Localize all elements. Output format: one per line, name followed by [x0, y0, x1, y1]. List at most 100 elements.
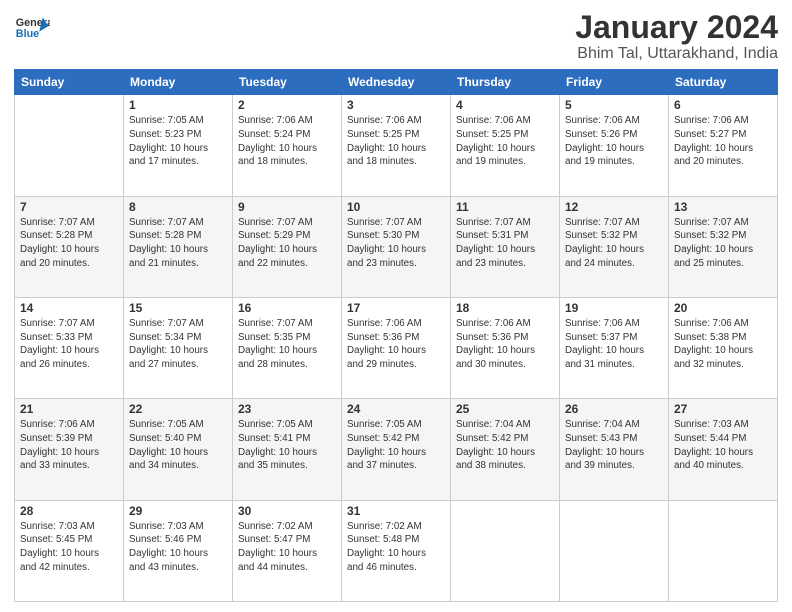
weekday-monday: Monday [124, 70, 233, 95]
day-number: 20 [674, 301, 772, 315]
table-row: 1Sunrise: 7:05 AMSunset: 5:23 PMDaylight… [124, 95, 233, 196]
table-row: 15 Sunrise: 7:07 AMSunset: 5:34 PMDayligh… [124, 297, 233, 398]
day-info: Sunrise: 7:03 AMSunset: 5:45 PMDaylight:… [20, 520, 118, 575]
table-row: 5 Sunrise: 7:06 AMSunset: 5:26 PMDaylight… [560, 95, 669, 196]
day-number: 2 [238, 98, 336, 112]
day-number: 23 [238, 402, 336, 416]
day-number: 19 [565, 301, 663, 315]
table-row [451, 500, 560, 601]
day-info: Sunrise: 7:07 AMSunset: 5:32 PMDaylight:… [565, 216, 663, 271]
logo: General Blue [14, 10, 50, 46]
table-row: 4 Sunrise: 7:06 AMSunset: 5:25 PMDaylight… [451, 95, 560, 196]
logo-icon: General Blue [14, 10, 50, 46]
day-number: 28 [20, 504, 118, 518]
day-number: 29 [129, 504, 227, 518]
day-number: 25 [456, 402, 554, 416]
table-row: 12 Sunrise: 7:07 AMSunset: 5:32 PMDayligh… [560, 196, 669, 297]
weekday-sunday: Sunday [15, 70, 124, 95]
day-info: Sunrise: 7:06 AMSunset: 5:24 PMDaylight:… [238, 114, 336, 169]
day-number: 26 [565, 402, 663, 416]
day-info: Sunrise: 7:05 AMSunset: 5:42 PMDaylight:… [347, 418, 445, 473]
weekday-wednesday: Wednesday [342, 70, 451, 95]
table-row: 18 Sunrise: 7:06 AMSunset: 5:36 PMDayligh… [451, 297, 560, 398]
title-block: January 2024 Bhim Tal, Uttarakhand, Indi… [575, 10, 778, 63]
day-info: Sunrise: 7:05 AMSunset: 5:41 PMDaylight:… [238, 418, 336, 473]
day-number: 14 [20, 301, 118, 315]
day-number: 17 [347, 301, 445, 315]
day-info: Sunrise: 7:07 AMSunset: 5:32 PMDaylight:… [674, 216, 772, 271]
day-number: 12 [565, 200, 663, 214]
day-info: Sunrise: 7:05 AMSunset: 5:40 PMDaylight:… [129, 418, 227, 473]
page: General Blue January 2024 Bhim Tal, Utta… [0, 0, 792, 612]
table-row: 21Sunrise: 7:06 AMSunset: 5:39 PMDayligh… [15, 399, 124, 500]
day-info: Sunrise: 7:06 AMSunset: 5:25 PMDaylight:… [347, 114, 445, 169]
table-row: 13Sunrise: 7:07 AMSunset: 5:32 PMDayligh… [669, 196, 778, 297]
table-row: 22 Sunrise: 7:05 AMSunset: 5:40 PMDayligh… [124, 399, 233, 500]
day-info: Sunrise: 7:07 AMSunset: 5:33 PMDaylight:… [20, 317, 118, 372]
table-row: 20Sunrise: 7:06 AMSunset: 5:38 PMDayligh… [669, 297, 778, 398]
table-row: 11 Sunrise: 7:07 AMSunset: 5:31 PMDayligh… [451, 196, 560, 297]
calendar-week-row: 14 Sunrise: 7:07 AMSunset: 5:33 PMDayligh… [15, 297, 778, 398]
day-number: 8 [129, 200, 227, 214]
day-number: 16 [238, 301, 336, 315]
table-row: 14 Sunrise: 7:07 AMSunset: 5:33 PMDayligh… [15, 297, 124, 398]
day-info: Sunrise: 7:06 AMSunset: 5:36 PMDaylight:… [456, 317, 554, 372]
calendar-subtitle: Bhim Tal, Uttarakhand, India [575, 45, 778, 63]
table-row: 19 Sunrise: 7:06 AMSunset: 5:37 PMDayligh… [560, 297, 669, 398]
day-info: Sunrise: 7:04 AMSunset: 5:43 PMDaylight:… [565, 418, 663, 473]
table-row: 2 Sunrise: 7:06 AMSunset: 5:24 PMDaylight… [233, 95, 342, 196]
weekday-tuesday: Tuesday [233, 70, 342, 95]
day-number: 4 [456, 98, 554, 112]
table-row: 28 Sunrise: 7:03 AMSunset: 5:45 PMDayligh… [15, 500, 124, 601]
day-info: Sunrise: 7:03 AMSunset: 5:44 PMDaylight:… [674, 418, 772, 473]
calendar-week-row: 21Sunrise: 7:06 AMSunset: 5:39 PMDayligh… [15, 399, 778, 500]
day-number: 1 [129, 98, 227, 112]
day-info: Sunrise: 7:06 AMSunset: 5:27 PMDaylight:… [674, 114, 772, 169]
header: General Blue January 2024 Bhim Tal, Utta… [14, 10, 778, 63]
weekday-thursday: Thursday [451, 70, 560, 95]
table-row: 26 Sunrise: 7:04 AMSunset: 5:43 PMDayligh… [560, 399, 669, 500]
table-row: 6 Sunrise: 7:06 AMSunset: 5:27 PMDaylight… [669, 95, 778, 196]
day-info: Sunrise: 7:02 AMSunset: 5:47 PMDaylight:… [238, 520, 336, 575]
table-row: 3Sunrise: 7:06 AMSunset: 5:25 PMDaylight… [342, 95, 451, 196]
day-number: 27 [674, 402, 772, 416]
day-info: Sunrise: 7:04 AMSunset: 5:42 PMDaylight:… [456, 418, 554, 473]
day-number: 7 [20, 200, 118, 214]
calendar-title: January 2024 [575, 10, 778, 45]
day-info: Sunrise: 7:07 AMSunset: 5:35 PMDaylight:… [238, 317, 336, 372]
calendar-table: Sunday Monday Tuesday Wednesday Thursday… [14, 69, 778, 602]
table-row [15, 95, 124, 196]
day-info: Sunrise: 7:06 AMSunset: 5:25 PMDaylight:… [456, 114, 554, 169]
table-row: 9Sunrise: 7:07 AMSunset: 5:29 PMDaylight… [233, 196, 342, 297]
calendar-week-row: 1Sunrise: 7:05 AMSunset: 5:23 PMDaylight… [15, 95, 778, 196]
day-info: Sunrise: 7:07 AMSunset: 5:29 PMDaylight:… [238, 216, 336, 271]
calendar-week-row: 7Sunrise: 7:07 AMSunset: 5:28 PMDaylight… [15, 196, 778, 297]
day-info: Sunrise: 7:06 AMSunset: 5:37 PMDaylight:… [565, 317, 663, 372]
day-number: 5 [565, 98, 663, 112]
table-row: 31Sunrise: 7:02 AMSunset: 5:48 PMDayligh… [342, 500, 451, 601]
table-row: 10Sunrise: 7:07 AMSunset: 5:30 PMDayligh… [342, 196, 451, 297]
day-info: Sunrise: 7:06 AMSunset: 5:39 PMDaylight:… [20, 418, 118, 473]
day-info: Sunrise: 7:06 AMSunset: 5:36 PMDaylight:… [347, 317, 445, 372]
weekday-saturday: Saturday [669, 70, 778, 95]
table-row: 17 Sunrise: 7:06 AMSunset: 5:36 PMDayligh… [342, 297, 451, 398]
table-row: 27 Sunrise: 7:03 AMSunset: 5:44 PMDayligh… [669, 399, 778, 500]
day-number: 31 [347, 504, 445, 518]
weekday-friday: Friday [560, 70, 669, 95]
day-number: 6 [674, 98, 772, 112]
day-number: 30 [238, 504, 336, 518]
weekday-header-row: Sunday Monday Tuesday Wednesday Thursday… [15, 70, 778, 95]
svg-text:Blue: Blue [16, 28, 39, 40]
table-row: 7Sunrise: 7:07 AMSunset: 5:28 PMDaylight… [15, 196, 124, 297]
day-info: Sunrise: 7:07 AMSunset: 5:34 PMDaylight:… [129, 317, 227, 372]
day-info: Sunrise: 7:07 AMSunset: 5:30 PMDaylight:… [347, 216, 445, 271]
day-number: 15 [129, 301, 227, 315]
day-info: Sunrise: 7:07 AMSunset: 5:31 PMDaylight:… [456, 216, 554, 271]
day-number: 22 [129, 402, 227, 416]
calendar-week-row: 28 Sunrise: 7:03 AMSunset: 5:45 PMDayligh… [15, 500, 778, 601]
day-info: Sunrise: 7:06 AMSunset: 5:26 PMDaylight:… [565, 114, 663, 169]
table-row [669, 500, 778, 601]
day-number: 11 [456, 200, 554, 214]
table-row: 29Sunrise: 7:03 AMSunset: 5:46 PMDayligh… [124, 500, 233, 601]
day-number: 18 [456, 301, 554, 315]
